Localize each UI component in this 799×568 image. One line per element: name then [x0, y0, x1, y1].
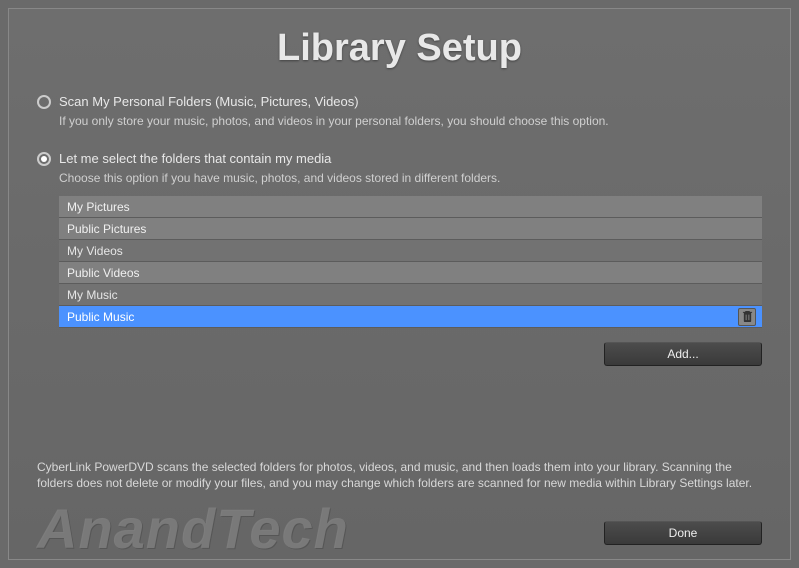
option-personal-help: If you only store your music, photos, an… — [59, 113, 762, 129]
radio-select-icon — [37, 152, 51, 166]
folder-name: Public Pictures — [67, 222, 146, 236]
list-item[interactable]: My Music — [59, 284, 762, 306]
option-personal-radio[interactable]: Scan My Personal Folders (Music, Picture… — [37, 94, 762, 109]
library-setup-window: Library Setup Scan My Personal Folders (… — [8, 8, 791, 560]
option-select-block: Let me select the folders that contain m… — [37, 151, 762, 366]
info-text: CyberLink PowerDVD scans the selected fo… — [37, 459, 762, 491]
folder-name: My Videos — [67, 244, 123, 258]
trash-icon — [742, 310, 753, 323]
option-personal-block: Scan My Personal Folders (Music, Picture… — [37, 94, 762, 129]
folder-list: My Pictures Public Pictures My Videos Pu… — [59, 196, 762, 328]
list-item[interactable]: My Videos — [59, 240, 762, 262]
option-select-radio[interactable]: Let me select the folders that contain m… — [37, 151, 762, 166]
list-item[interactable]: My Pictures — [59, 196, 762, 218]
option-select-help: Choose this option if you have music, ph… — [59, 170, 762, 186]
add-button[interactable]: Add... — [604, 342, 762, 366]
radio-personal-icon — [37, 95, 51, 109]
done-button[interactable]: Done — [604, 521, 762, 545]
list-item[interactable]: Public Pictures — [59, 218, 762, 240]
option-select-label: Let me select the folders that contain m… — [59, 151, 331, 166]
delete-folder-button[interactable] — [738, 308, 756, 326]
folder-name: My Music — [67, 288, 118, 302]
add-button-row: Add... — [59, 342, 762, 366]
list-item[interactable]: Public Videos — [59, 262, 762, 284]
done-button-row: Done — [604, 521, 762, 545]
folder-name: My Pictures — [67, 200, 130, 214]
content-area: Scan My Personal Folders (Music, Picture… — [9, 94, 790, 559]
folder-name: Public Videos — [67, 266, 140, 280]
option-personal-label: Scan My Personal Folders (Music, Picture… — [59, 94, 359, 109]
watermark: AnandTech — [37, 496, 349, 561]
folder-name: Public Music — [67, 310, 134, 324]
page-title: Library Setup — [9, 9, 790, 94]
list-item-selected[interactable]: Public Music — [59, 306, 762, 328]
